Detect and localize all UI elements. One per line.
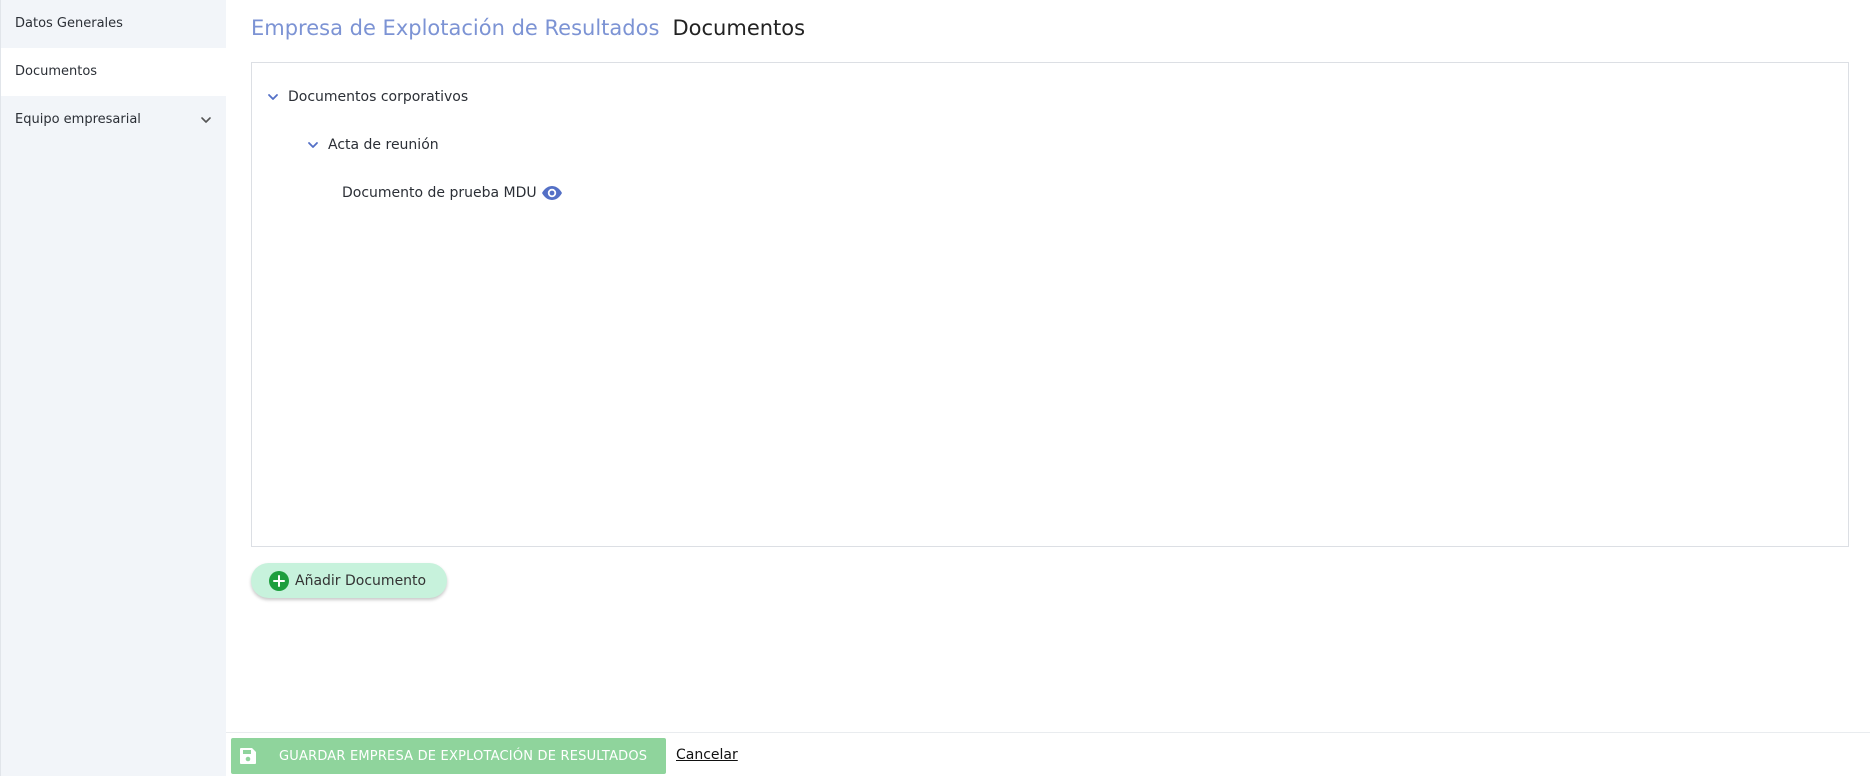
app-root: Datos Generales Documentos Equipo empres…	[0, 0, 1870, 776]
tree-folder-label[interactable]: Documentos corporativos	[288, 85, 468, 109]
plus-circle-icon	[269, 570, 289, 591]
sidebar-item-label: Equipo empresarial	[15, 112, 141, 127]
page-title-company: Empresa de Explotación de Resultados	[251, 16, 660, 40]
save-button[interactable]: GUARDAR EMPRESA DE EXPLOTACIÓN DE RESULT…	[231, 738, 666, 774]
save-button-label: GUARDAR EMPRESA DE EXPLOTACIÓN DE RESULT…	[279, 748, 648, 764]
sidebar-item-label: Datos Generales	[15, 16, 123, 31]
chevron-down-icon[interactable]	[266, 90, 280, 104]
add-document-label: Añadir Documento	[295, 572, 427, 589]
tree-document-label[interactable]: Documento de prueba MDU	[342, 181, 537, 205]
eye-icon[interactable]	[541, 185, 563, 201]
tree-document-row: Documento de prueba MDU	[342, 181, 563, 205]
documents-tree-panel: Documentos corporativos Acta de reunión …	[251, 62, 1849, 547]
sidebar: Datos Generales Documentos Equipo empres…	[0, 0, 226, 776]
tree-folder-row: Documentos corporativos	[266, 85, 468, 109]
sidebar-item-label: Documentos	[15, 64, 98, 79]
sidebar-item-documentos[interactable]: Documentos	[1, 48, 226, 96]
floppy-disk-icon	[240, 748, 256, 764]
cancel-link[interactable]: Cancelar	[676, 747, 738, 763]
tree-subfolder-label[interactable]: Acta de reunión	[328, 133, 439, 157]
chevron-down-icon[interactable]	[200, 114, 212, 126]
sidebar-item-datos-generales[interactable]: Datos Generales	[1, 0, 226, 48]
page-title-section: Documentos	[672, 16, 806, 40]
page-title: Empresa de Explotación de Resultados Doc…	[251, 16, 805, 46]
chevron-down-icon[interactable]	[306, 138, 320, 152]
footer-bar: GUARDAR EMPRESA DE EXPLOTACIÓN DE RESULT…	[226, 732, 1870, 776]
add-document-button[interactable]: Añadir Documento	[251, 563, 447, 598]
sidebar-item-equipo-empresarial[interactable]: Equipo empresarial	[1, 96, 226, 144]
tree-subfolder-row: Acta de reunión	[306, 133, 439, 157]
